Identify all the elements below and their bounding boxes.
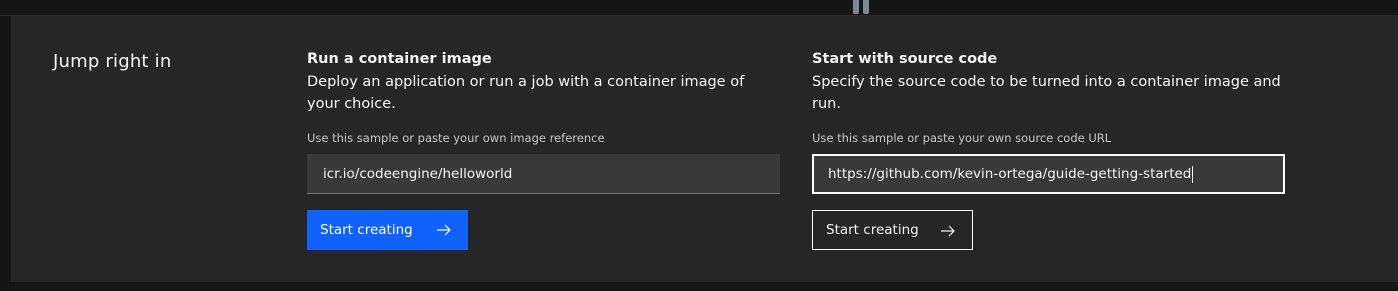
card-heading: Run a container image <box>307 51 492 67</box>
source-url-input[interactable]: https://github.com/kevin-ortega/guide-ge… <box>812 154 1285 194</box>
input-value: https://github.com/kevin-ortega/guide-ge… <box>828 166 1192 182</box>
card-heading: Start with source code <box>812 51 998 67</box>
source-code-card: Start with source code Specify the sourc… <box>812 50 1292 115</box>
card-description: Deploy an application or run a job with … <box>307 74 745 112</box>
text-cursor <box>1192 165 1194 183</box>
top-strip <box>0 0 1398 16</box>
image-reference-label: Use this sample or paste your own image … <box>307 131 605 145</box>
image-reference-input[interactable]: icr.io/codeengine/helloworld <box>307 154 780 194</box>
start-creating-source-button[interactable]: Start creating <box>812 210 973 250</box>
arrow-right-icon <box>941 225 955 237</box>
section-title: Jump right in <box>53 51 172 72</box>
container-image-card: Run a container image Deploy an applicat… <box>307 50 787 115</box>
arrow-right-icon <box>437 224 451 236</box>
source-url-label: Use this sample or paste your own source… <box>812 131 1112 145</box>
bottom-strip <box>0 282 1398 291</box>
input-value: icr.io/codeengine/helloworld <box>323 166 513 182</box>
button-label: Start creating <box>320 222 413 238</box>
card-description: Specify the source code to be turned int… <box>812 74 1281 112</box>
button-label: Start creating <box>826 222 919 238</box>
start-creating-container-button[interactable]: Start creating <box>307 210 468 250</box>
left-gutter <box>0 16 12 291</box>
illustration-fragment <box>852 0 872 16</box>
